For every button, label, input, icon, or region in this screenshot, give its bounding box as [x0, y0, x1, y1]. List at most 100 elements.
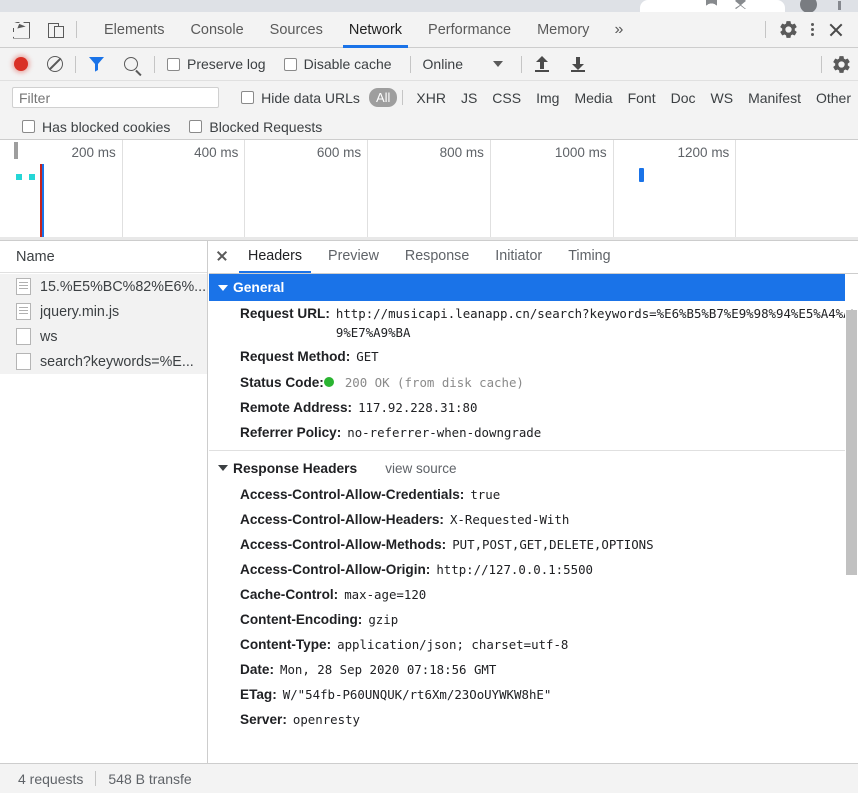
scrollbar-thumb[interactable]	[846, 310, 857, 575]
request-details-pane: Headers Preview Response Initiator Timin…	[209, 241, 858, 763]
details-tabbar: Headers Preview Response Initiator Timin…	[209, 241, 858, 274]
throttling-select[interactable]: Online	[423, 56, 503, 72]
filter-input[interactable]	[12, 87, 220, 108]
header-row: Date: Mon, 28 Sep 2020 07:18:56 GMT	[209, 657, 858, 682]
import-har-icon[interactable]	[534, 55, 550, 73]
disable-cache-checkbox[interactable]: Disable cache	[283, 56, 392, 72]
checkbox-box[interactable]	[189, 120, 203, 133]
devtools-tabbar-actions	[765, 19, 858, 41]
tab-sources[interactable]: Sources	[257, 12, 336, 48]
header-value: PUT,POST,GET,DELETE,OPTIONS	[452, 536, 654, 552]
chevron-down-icon[interactable]	[493, 61, 503, 67]
network-lower-area: Name 15.%E5%BC%82%E6%... jquery.min.js w…	[0, 241, 858, 793]
tab-network[interactable]: Network	[336, 12, 415, 48]
inspect-element-icon[interactable]	[12, 20, 32, 40]
document-icon	[16, 303, 31, 320]
settings-gear-icon[interactable]	[778, 19, 799, 40]
header-value: application/json; charset=utf-8	[337, 637, 569, 653]
request-name: search?keywords=%E...	[40, 353, 194, 370]
screenshot-dot-icon[interactable]	[16, 174, 22, 180]
filter-type-media[interactable]: Media	[567, 89, 619, 107]
checkbox-box[interactable]	[283, 57, 297, 71]
close-details-icon[interactable]	[209, 240, 235, 273]
header-value: max-age=120	[344, 586, 427, 602]
header-value[interactable]: http://musicapi.leanapp.cn/search?keywor…	[336, 304, 858, 342]
header-key: Request URL:	[240, 306, 330, 321]
filter-type-other[interactable]: Other	[809, 89, 858, 107]
header-value: 117.92.228.31:80	[358, 399, 478, 415]
table-row[interactable]: search?keywords=%E...	[0, 349, 207, 374]
search-icon[interactable]	[124, 57, 138, 71]
header-row: Content-Encoding: gzip	[209, 607, 858, 632]
table-row[interactable]: ws	[0, 324, 207, 349]
filter-type-js[interactable]: JS	[454, 89, 484, 107]
status-ok-dot-icon	[323, 376, 334, 387]
checkbox-box[interactable]	[22, 120, 35, 133]
dom-content-loaded-line	[42, 164, 44, 240]
filter-funnel-icon[interactable]	[88, 56, 105, 72]
header-row: Request Method: GET	[209, 344, 858, 369]
checkbox-box[interactable]	[241, 91, 255, 104]
tab-preview[interactable]: Preview	[315, 240, 392, 273]
divider	[209, 449, 858, 451]
tab-initiator[interactable]: Initiator	[482, 240, 555, 273]
header-value: no-referrer-when-downgrade	[347, 424, 542, 440]
overview-tick-label: 1000 ms	[554, 145, 607, 160]
minimize-icon[interactable]	[706, 0, 717, 9]
more-options-kebab-icon[interactable]	[802, 19, 822, 40]
has-blocked-cookies-checkbox[interactable]: Has blocked cookies	[22, 119, 170, 135]
table-row[interactable]: 15.%E5%BC%82%E6%...	[0, 274, 207, 299]
preserve-log-checkbox[interactable]: Preserve log	[167, 56, 266, 72]
menu-kebab-icon[interactable]	[838, 1, 841, 10]
close-devtools-icon[interactable]	[825, 19, 847, 41]
overview-tick-cell	[736, 140, 858, 240]
overview-request-bar[interactable]	[638, 168, 644, 182]
tab-response[interactable]: Response	[392, 240, 482, 273]
filter-type-doc[interactable]: Doc	[664, 89, 703, 107]
header-key: ETag:	[240, 687, 277, 703]
filter-type-css[interactable]: CSS	[485, 89, 528, 107]
tab-console[interactable]: Console	[177, 12, 256, 48]
filter-type-font[interactable]: Font	[621, 89, 663, 107]
view-source-link[interactable]: view source	[385, 461, 456, 476]
general-section-header[interactable]: General	[209, 274, 858, 301]
record-button[interactable]	[14, 57, 28, 71]
tab-elements[interactable]: Elements	[91, 12, 177, 48]
blocked-requests-checkbox[interactable]: Blocked Requests	[189, 119, 322, 135]
header-key: Request Method:	[240, 349, 351, 365]
header-row: Content-Type: application/json; charset=…	[209, 632, 858, 657]
checkbox-box[interactable]	[167, 57, 180, 71]
filter-type-manifest[interactable]: Manifest	[741, 89, 808, 107]
header-key: Access-Control-Allow-Credentials:	[240, 486, 465, 502]
response-headers-section-header[interactable]: Response Headers view source	[209, 455, 858, 482]
network-overview-timeline[interactable]: 200 ms 400 ms 600 ms 800 ms 1000 ms 1200…	[0, 140, 858, 241]
hide-data-urls-checkbox[interactable]: Hide data URLs	[241, 90, 360, 106]
filter-type-all[interactable]: All	[368, 88, 398, 107]
filter-type-xhr[interactable]: XHR	[409, 89, 453, 107]
overview-left-handle[interactable]	[14, 142, 18, 159]
blank-file-icon	[16, 353, 31, 370]
filter-type-img[interactable]: Img	[529, 89, 566, 107]
device-toolbar-icon[interactable]	[46, 20, 66, 40]
table-row[interactable]: jquery.min.js	[0, 299, 207, 324]
divider	[521, 55, 522, 73]
more-tabs-icon[interactable]: »	[602, 12, 635, 48]
blank-file-icon	[16, 328, 31, 345]
header-value: 200 OK (from disk cache)	[344, 374, 524, 390]
screenshot-dot-icon[interactable]	[29, 174, 35, 180]
tab-timing[interactable]: Timing	[555, 240, 623, 273]
overview-tick-cell: 600 ms	[245, 140, 369, 240]
devtools-tabbar: Elements Console Sources Network Perform…	[0, 12, 858, 48]
filter-type-ws[interactable]: WS	[704, 89, 741, 107]
overview-tick-label: 400 ms	[194, 145, 239, 160]
tab-performance[interactable]: Performance	[415, 12, 524, 48]
network-settings-gear-icon[interactable]	[831, 54, 852, 75]
request-list-column-header[interactable]: Name	[0, 241, 207, 273]
clear-button[interactable]	[47, 56, 63, 72]
export-har-icon[interactable]	[570, 56, 586, 73]
tab-memory[interactable]: Memory	[524, 12, 602, 48]
details-scrollbar[interactable]	[845, 274, 858, 763]
triangle-down-icon	[218, 284, 228, 291]
tab-headers[interactable]: Headers	[235, 240, 315, 273]
overview-grid: 200 ms 400 ms 600 ms 800 ms 1000 ms 1200…	[0, 140, 858, 240]
